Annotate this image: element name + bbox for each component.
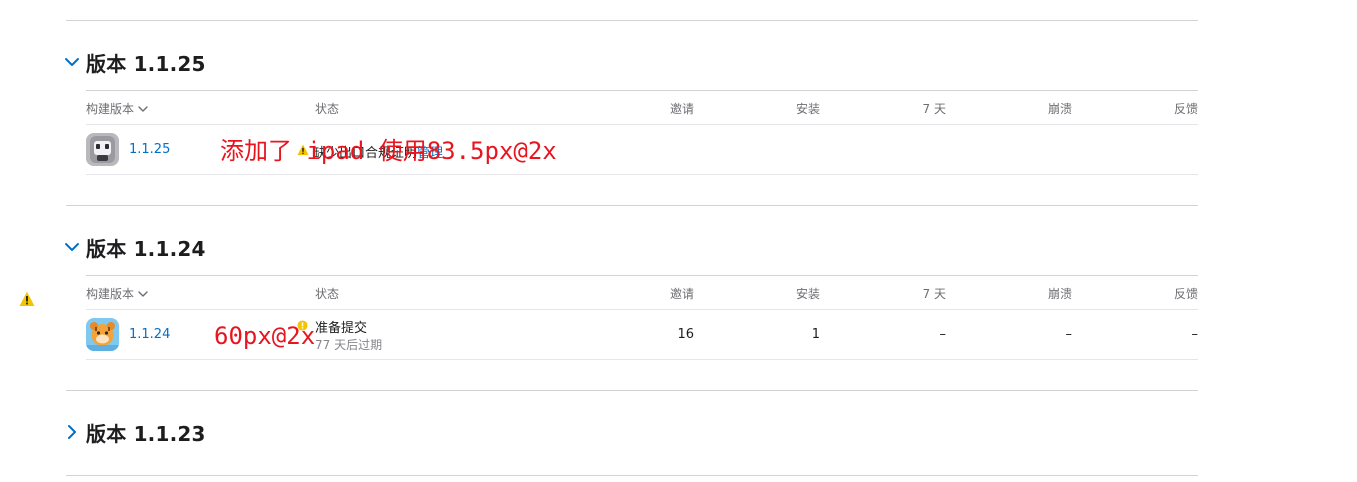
build-link-1-1-25[interactable]: 1.1.25 xyxy=(129,142,170,157)
column-header-crashes: 崩溃 xyxy=(1047,287,1072,301)
section-divider xyxy=(66,205,1198,206)
column-header-invites: 邀请 xyxy=(669,287,694,301)
section-divider xyxy=(66,390,1198,391)
column-header-crashes: 崩溃 xyxy=(1047,102,1072,116)
column-header-installs: 安装 xyxy=(795,102,820,116)
table-header-bottom-border xyxy=(86,124,1198,125)
section-divider xyxy=(66,475,1198,476)
column-header-installs: 安装 xyxy=(795,287,820,301)
column-header-7-days: 7 天 xyxy=(922,287,946,301)
tiger-app-icon xyxy=(86,318,119,351)
column-header-status: 状态 xyxy=(315,287,340,301)
build-status-1-1-24: 准备提交 xyxy=(315,321,368,336)
version-title: 版本 1.1.23 xyxy=(86,421,206,446)
chevron-down-icon xyxy=(65,243,79,251)
row-divider xyxy=(86,359,1198,360)
app-icon xyxy=(86,133,119,166)
column-header-feedback: 反馈 xyxy=(1173,287,1198,301)
version-header-1-1-23[interactable]: 版本 1.1.23 xyxy=(64,417,206,447)
invites-value: 16 xyxy=(677,327,694,342)
column-header-7-days: 7 天 xyxy=(922,102,946,116)
chevron-right-icon xyxy=(68,425,76,439)
column-header-status: 状态 xyxy=(315,102,340,116)
version-header-1-1-24[interactable]: 版本 1.1.24 xyxy=(64,232,206,262)
sort-chevron-icon xyxy=(138,291,148,297)
build-link-1-1-24[interactable]: 1.1.24 xyxy=(129,327,170,342)
sort-chevron-icon xyxy=(138,106,148,112)
column-header-feedback: 反馈 xyxy=(1173,102,1198,116)
yellow-status-icon xyxy=(297,320,308,331)
robot-app-icon xyxy=(86,133,119,166)
top-divider xyxy=(66,20,1198,21)
annotation-ipad-icon: 添加了 ipad 使用83.5px@2x xyxy=(220,137,557,165)
seven-days-value: – xyxy=(939,327,947,342)
column-header-build-label: 构建版本 xyxy=(86,287,135,301)
row-divider xyxy=(86,174,1198,175)
table-header-top-border xyxy=(86,275,1198,276)
warning-icon xyxy=(19,291,35,306)
installs-value: 1 xyxy=(811,327,820,342)
table-header-top-border xyxy=(86,90,1198,91)
chevron-down-icon xyxy=(65,58,79,66)
column-header-build-label: 构建版本 xyxy=(86,102,135,116)
column-header-build[interactable]: 构建版本 xyxy=(86,100,148,117)
table-header-bottom-border xyxy=(86,309,1198,310)
crashes-value: – xyxy=(1065,327,1073,342)
feedback-value: – xyxy=(1191,327,1199,342)
column-header-build[interactable]: 构建版本 xyxy=(86,285,148,302)
version-title: 版本 1.1.25 xyxy=(86,51,206,76)
app-icon xyxy=(86,318,119,351)
version-header-1-1-25[interactable]: 版本 1.1.25 xyxy=(64,47,206,77)
version-title: 版本 1.1.24 xyxy=(86,236,206,261)
column-header-invites: 邀请 xyxy=(669,102,694,116)
build-expiry: 77 天后过期 xyxy=(315,338,383,352)
